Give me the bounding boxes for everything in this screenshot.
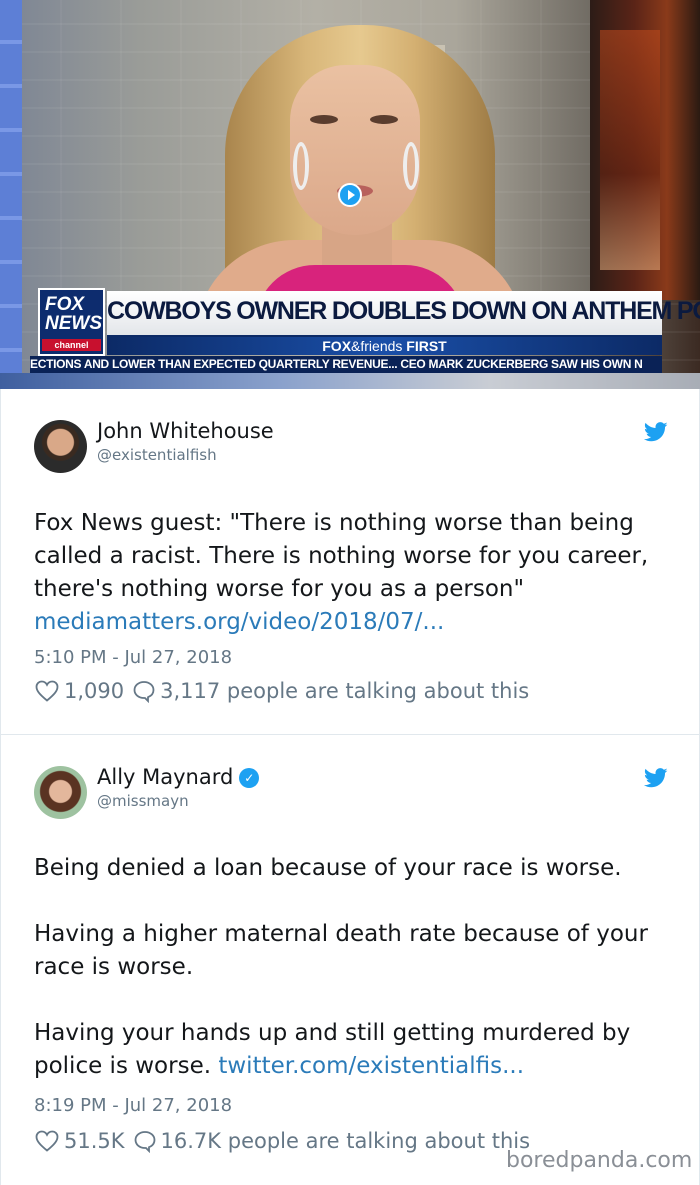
- chyron-headline: COWBOYS OWNER DOUBLES DOWN ON ANTHEM POL…: [107, 297, 700, 325]
- like-button[interactable]: 51.5K: [34, 1129, 125, 1153]
- video-bottom-edge: [0, 373, 700, 389]
- speech-bubble-icon: [134, 1131, 155, 1153]
- avatar[interactable]: [34, 420, 87, 473]
- watermark: boredpanda.com: [506, 1148, 693, 1173]
- background-wall-left: [0, 0, 22, 389]
- twitter-bird-icon[interactable]: [644, 422, 668, 442]
- user-handle[interactable]: @missmayn: [97, 792, 189, 810]
- tweet-text: Being denied a loan because of your race…: [34, 855, 648, 1079]
- tweet-timestamp[interactable]: 8:19 PM - Jul 27, 2018: [34, 1095, 232, 1116]
- news-ticker: ECTIONS AND LOWER THAN EXPECTED QUARTERL…: [30, 356, 662, 373]
- twitter-bird-icon[interactable]: [644, 768, 668, 788]
- avatar[interactable]: [34, 766, 87, 819]
- tweet-text: Fox News guest: "There is nothing worse …: [34, 510, 649, 635]
- tweet-link[interactable]: twitter.com/existentialfis...: [218, 1053, 524, 1079]
- video-player[interactable]: FOX NEWS channel COWBOYS OWNER DOUBLES D…: [0, 0, 700, 389]
- heart-icon: [35, 1130, 59, 1152]
- user-name[interactable]: John Whitehouse: [97, 419, 274, 443]
- tweet-actions: 51.5K 16.7K people are talking about thi…: [34, 1129, 530, 1153]
- heart-icon: [35, 680, 59, 702]
- background-screen: [590, 0, 700, 300]
- like-count: 51.5K: [64, 1129, 125, 1153]
- talking-count: 3,117 people are talking about this: [160, 679, 530, 703]
- show-name-bar: FOX&friends FIRST: [107, 337, 662, 355]
- reply-button[interactable]: 3,117 people are talking about this: [132, 679, 529, 703]
- fox-news-logo: FOX NEWS channel: [38, 288, 105, 356]
- news-anchor: [195, 20, 525, 340]
- verified-badge-icon: ✓: [239, 768, 260, 788]
- user-name-row[interactable]: Ally Maynard ✓: [97, 765, 260, 789]
- tweet-card[interactable]: John Whitehouse @existentialfish Fox New…: [0, 389, 700, 734]
- speech-bubble-icon: [133, 681, 155, 703]
- chyron-headline-bar: COWBOYS OWNER DOUBLES DOWN ON ANTHEM POL…: [107, 291, 700, 337]
- talking-count: 16.7K people are talking about this: [160, 1129, 531, 1153]
- tweet-link[interactable]: mediamatters.org/video/2018/07/...: [34, 609, 444, 635]
- user-name[interactable]: Ally Maynard: [97, 765, 233, 789]
- tweet-card[interactable]: Ally Maynard ✓ @missmayn Being denied a l…: [0, 735, 700, 1185]
- tweet-timestamp[interactable]: 5:10 PM - Jul 27, 2018: [34, 647, 232, 668]
- play-icon[interactable]: [338, 183, 362, 207]
- tweet-actions: 1,090 3,117 people are talking about thi…: [34, 679, 529, 703]
- user-handle[interactable]: @existentialfish: [97, 446, 217, 464]
- like-count: 1,090: [64, 679, 125, 703]
- reply-button[interactable]: 16.7K people are talking about this: [133, 1129, 531, 1153]
- like-button[interactable]: 1,090: [34, 679, 124, 703]
